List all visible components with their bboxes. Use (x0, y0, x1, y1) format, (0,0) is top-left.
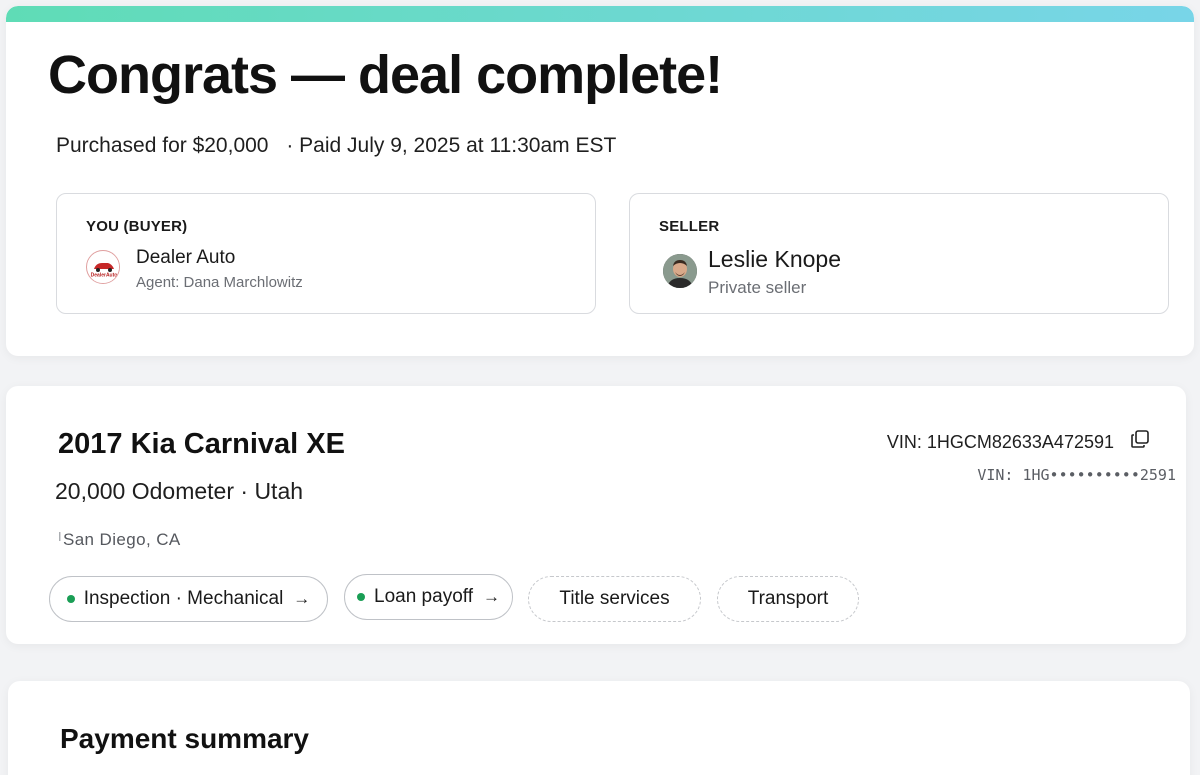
seller-type: Private seller (708, 278, 807, 297)
chip-label: Title services (559, 588, 670, 609)
seller-panel: SELLER Leslie Knope Private seller (629, 193, 1169, 314)
payment-title: Payment summary (60, 723, 310, 754)
vehicle-card: 2017 Kia Carnival XE 20,000 Odometer · U… (6, 386, 1186, 644)
paid-date: · Paid July 9, 2025 at 11:30am EST (286, 134, 617, 157)
copy-icon[interactable] (1130, 429, 1150, 449)
logo-text: DealerAuto (91, 273, 118, 279)
seller-avatar-icon (663, 254, 697, 288)
deal-summary-card: Congrats — deal complete! Purchased for … (6, 6, 1194, 356)
chip-title-services[interactable]: Title services (528, 576, 701, 622)
buyer-label: YOU (BUYER) (86, 218, 188, 235)
seller-name: Leslie Knope (708, 246, 841, 272)
purchase-price: Purchased for $20,000 (56, 134, 269, 157)
location-text: San Diego, CA (62, 530, 181, 549)
buyer-panel: YOU (BUYER) DealerAuto Dealer Auto Agent… (56, 193, 596, 314)
buyer-agent: Agent: Dana Marchlowitz (136, 274, 303, 291)
seller-label: SELLER (659, 218, 720, 235)
location-mark: ⵏ (58, 530, 62, 544)
chip-label: Inspection · Mechanical (83, 588, 284, 609)
arrow-right-icon: → (482, 587, 500, 606)
chip-loan-payoff[interactable]: Loan payoff → (344, 574, 513, 620)
chip-transport[interactable]: Transport (717, 576, 859, 622)
vehicle-location: ⵏSan Diego, CA (58, 530, 181, 550)
arrow-right-icon: → (293, 589, 311, 608)
vin-masked: VIN: 1HG••••••••••2591 (977, 466, 1176, 484)
vehicle-title: 2017 Kia Carnival XE (58, 428, 345, 460)
status-dot-icon (357, 593, 366, 601)
vehicle-meta: 20,000 Odometer · Utah (55, 478, 304, 504)
page-title: Congrats — deal complete! (48, 45, 723, 105)
chip-inspection[interactable]: Inspection · Mechanical → (49, 576, 328, 622)
dealer-auto-logo-icon: DealerAuto (86, 250, 120, 284)
accent-bar (6, 6, 1194, 22)
chip-label: Loan payoff (374, 586, 473, 607)
purchase-details: Purchased for $20,000 · Paid July 9, 202… (56, 134, 616, 158)
chip-label: Transport (747, 588, 829, 609)
status-dot-icon (66, 595, 75, 603)
buyer-name: Dealer Auto (136, 247, 236, 268)
payment-card: Payment summary (8, 681, 1190, 775)
vin-full: VIN: 1HGCM82633A472591 (886, 432, 1114, 452)
